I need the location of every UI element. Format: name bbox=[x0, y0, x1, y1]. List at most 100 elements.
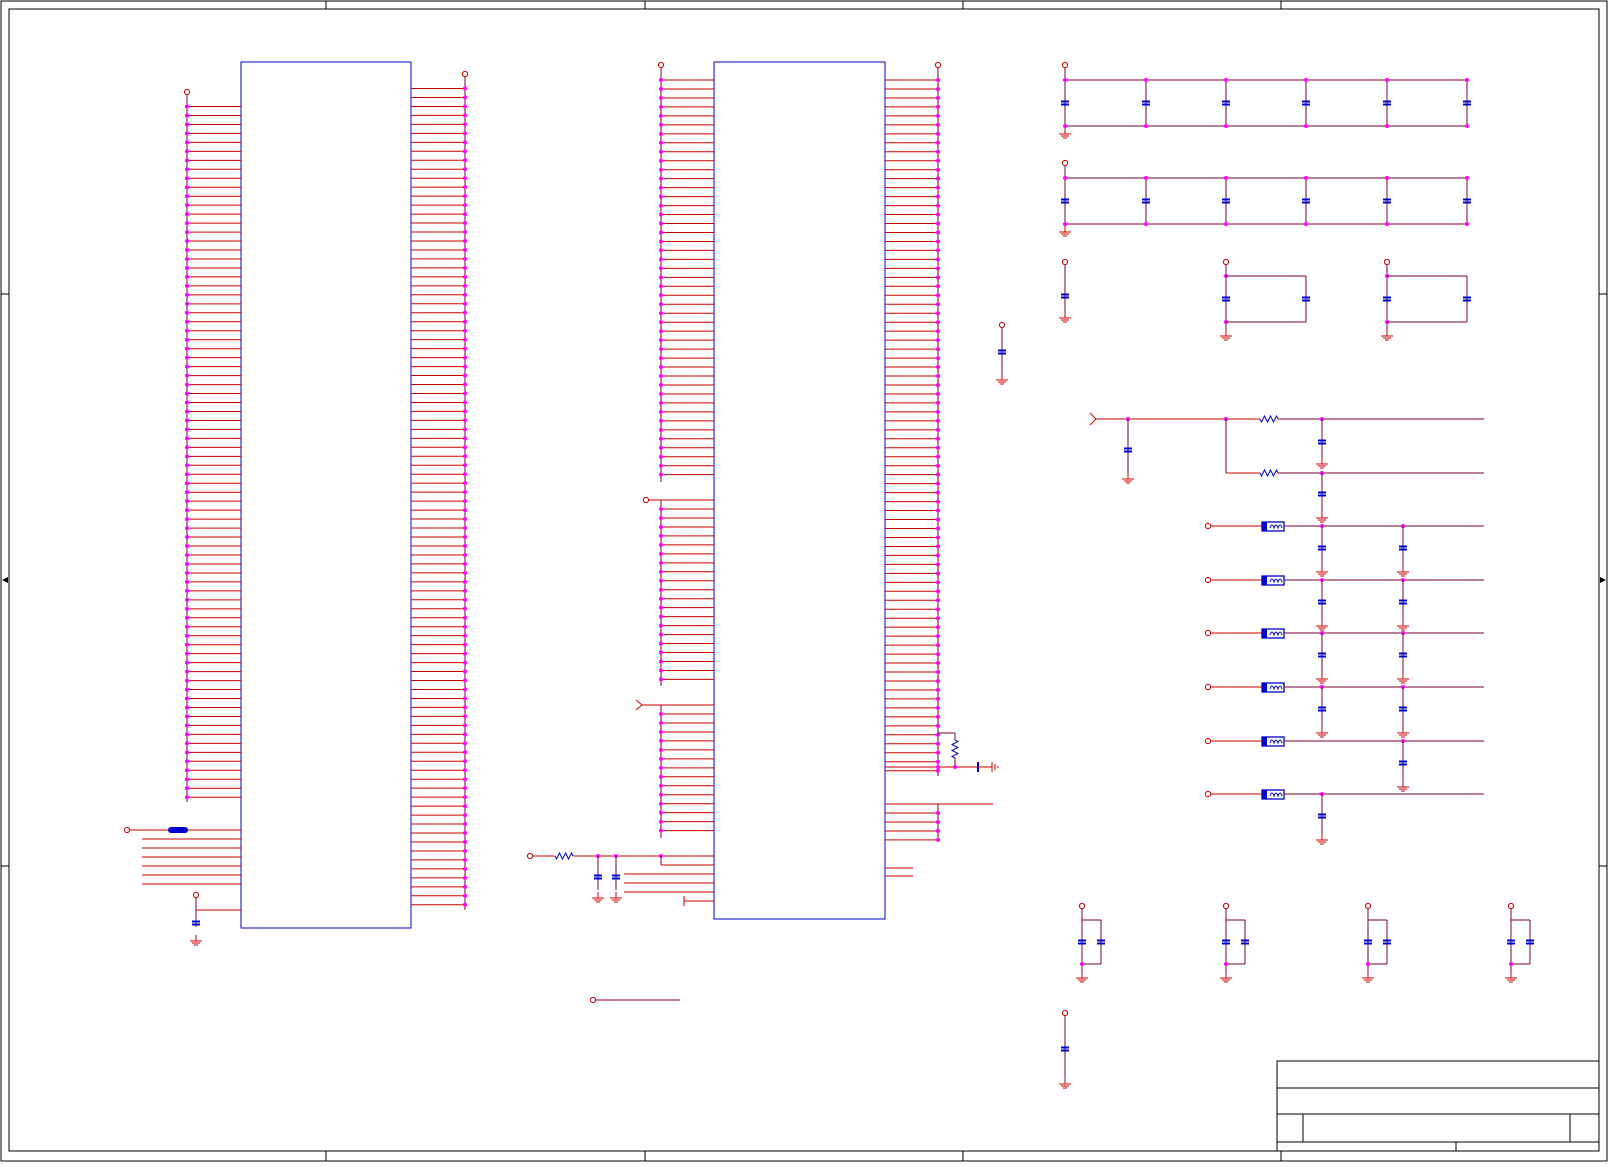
schematic-canvas bbox=[0, 0, 1608, 1162]
junction-dot bbox=[936, 454, 940, 459]
junction-dot bbox=[185, 149, 189, 154]
junction-dot bbox=[463, 857, 467, 862]
power-port bbox=[934, 61, 942, 69]
junction-dot bbox=[659, 801, 663, 806]
junction-dot bbox=[659, 445, 663, 450]
junction-dot bbox=[185, 373, 189, 378]
power-port bbox=[1204, 522, 1212, 530]
junction-dot bbox=[1063, 78, 1067, 82]
power-port bbox=[589, 996, 597, 1004]
junction-dot bbox=[185, 292, 189, 297]
ic-u1 bbox=[123, 61, 469, 946]
junction-dot bbox=[659, 356, 663, 361]
ground-symbol bbox=[1397, 620, 1409, 631]
junction-dot bbox=[463, 615, 467, 620]
junction-dot bbox=[463, 310, 467, 315]
junction-dot bbox=[463, 337, 467, 342]
junction-dot bbox=[185, 526, 189, 531]
junction-dot bbox=[463, 535, 467, 539]
junction-dot bbox=[463, 212, 467, 217]
junction-dot bbox=[463, 705, 467, 710]
junction-dot bbox=[659, 641, 663, 646]
junction-dot bbox=[659, 436, 663, 441]
junction-dot bbox=[936, 837, 940, 842]
junction-dot bbox=[936, 284, 940, 289]
junction-dot bbox=[463, 185, 467, 190]
junction-dot bbox=[1385, 222, 1389, 226]
junction-dot bbox=[936, 275, 940, 280]
junction-dot bbox=[185, 660, 189, 665]
junction-dot bbox=[659, 819, 663, 824]
junction-dot bbox=[936, 634, 940, 639]
junction-dot bbox=[936, 382, 940, 387]
junction-dot bbox=[463, 400, 467, 405]
ground-symbol bbox=[1059, 312, 1071, 323]
ground-symbol bbox=[1316, 458, 1328, 469]
ferrite-bead-mark bbox=[1262, 790, 1267, 799]
junction-dot bbox=[185, 436, 189, 441]
junction-dot bbox=[185, 427, 189, 432]
junction-dot bbox=[463, 795, 467, 800]
junction-dot bbox=[659, 542, 663, 547]
junction-dot bbox=[936, 811, 940, 815]
ground-symbol bbox=[1362, 972, 1374, 983]
junction-dot bbox=[185, 265, 189, 270]
junction-dot bbox=[463, 167, 467, 172]
junction-dot bbox=[463, 122, 467, 127]
junction-dot bbox=[659, 266, 663, 271]
junction-dot bbox=[936, 723, 940, 728]
ground-symbol bbox=[1316, 727, 1328, 738]
junction-dot bbox=[936, 311, 940, 316]
junction-dot bbox=[185, 122, 189, 127]
power-port bbox=[1204, 790, 1212, 798]
junction-dot bbox=[936, 266, 940, 271]
ground-symbol bbox=[592, 892, 604, 903]
resistor bbox=[554, 851, 574, 861]
junction-dot bbox=[936, 589, 940, 594]
junction-dot bbox=[953, 765, 957, 769]
junction-dot bbox=[185, 158, 189, 163]
junction-dot bbox=[463, 543, 467, 548]
ground-symbol bbox=[996, 374, 1008, 385]
junction-dot bbox=[185, 642, 189, 647]
junction-dot bbox=[936, 616, 940, 621]
junction-dot bbox=[936, 221, 940, 226]
junction-dot bbox=[185, 239, 189, 244]
junction-dot bbox=[659, 720, 663, 725]
ground-symbol bbox=[1076, 972, 1088, 983]
junction-dot bbox=[659, 275, 663, 280]
junction-dot bbox=[659, 257, 663, 262]
junction-dot bbox=[463, 642, 467, 647]
junction-dot bbox=[463, 95, 467, 100]
junction-dot bbox=[463, 848, 467, 853]
resistor bbox=[1259, 414, 1279, 424]
junction-dot bbox=[185, 221, 189, 226]
junction-dot bbox=[1304, 124, 1308, 128]
junction-dot bbox=[936, 607, 940, 612]
junction-dot bbox=[659, 650, 663, 655]
junction-dot bbox=[1080, 962, 1084, 966]
junction-dot bbox=[659, 729, 663, 734]
sheet-border bbox=[0, 0, 1608, 1162]
junction-dot bbox=[936, 86, 940, 91]
junction-dot bbox=[1304, 222, 1308, 226]
junction-dot bbox=[936, 203, 940, 208]
junction-dot bbox=[936, 580, 940, 585]
junction-dot bbox=[936, 230, 940, 235]
outer-frame bbox=[0, 0, 1608, 1162]
junction-dot bbox=[1224, 222, 1228, 226]
junction-dot bbox=[936, 652, 940, 657]
junction-dot bbox=[185, 382, 189, 387]
junction-dot bbox=[463, 418, 467, 423]
junction-dot bbox=[659, 140, 663, 145]
junction-dot bbox=[185, 687, 189, 692]
junction-dot bbox=[463, 750, 467, 755]
junction-dot bbox=[463, 822, 467, 827]
decoupling-capacitors bbox=[996, 61, 1534, 1089]
junction-dot bbox=[185, 176, 189, 181]
junction-dot bbox=[463, 292, 467, 297]
junction-dot bbox=[936, 696, 940, 701]
power-port bbox=[657, 61, 665, 69]
junction-dot bbox=[936, 625, 940, 630]
ferrite-bead bbox=[1261, 628, 1285, 639]
